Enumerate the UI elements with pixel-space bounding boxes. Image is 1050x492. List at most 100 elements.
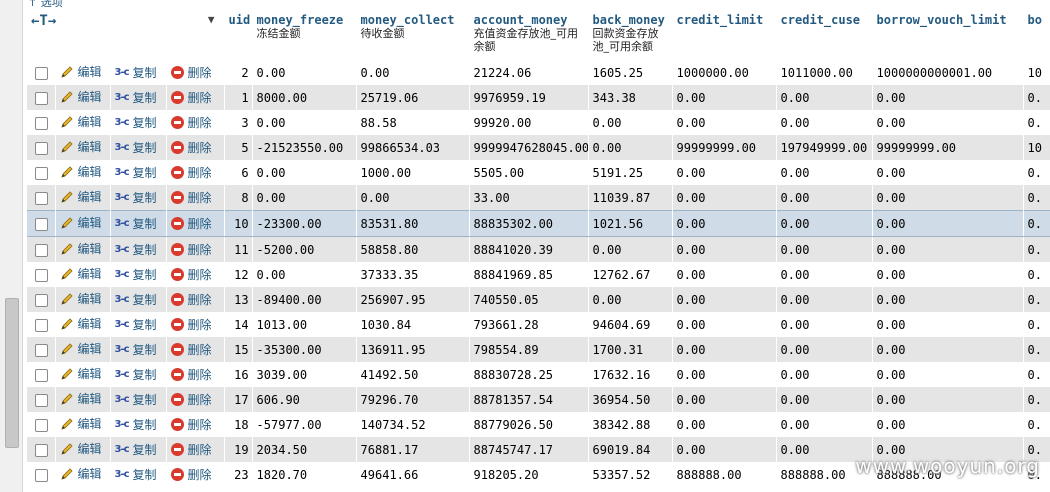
row-checkbox[interactable]	[34, 191, 48, 205]
cell-borrow_vouch_limit[interactable]: 0.00	[872, 362, 1024, 387]
cell-bo[interactable]: 0.	[1023, 387, 1050, 412]
cell-back_money[interactable]: 1021.56	[588, 210, 673, 237]
edit-label[interactable]: 编辑	[78, 440, 102, 457]
cell-credit_cuse[interactable]: 0.00	[776, 412, 873, 437]
cell-back_money[interactable]: 94604.69	[588, 312, 673, 337]
table-row[interactable]: 编辑 3-c 复制 删除 11 -5200.00 58858.80 88841020.39 0.…	[27, 236, 1050, 262]
edit-label[interactable]: 编辑	[78, 290, 102, 307]
cell-money_collect[interactable]: 88.58	[356, 110, 470, 135]
column-name[interactable]: credit_cuse	[781, 13, 869, 27]
cell-credit_cuse[interactable]: 197949999.00	[776, 135, 873, 160]
delete-link[interactable]: 删除	[170, 164, 212, 181]
cell-bo[interactable]: 10	[1023, 60, 1050, 85]
delete-link[interactable]: 删除	[170, 89, 212, 106]
copy-link[interactable]: 3-c 复制	[115, 391, 157, 408]
cell-account_money[interactable]: 918205.20	[469, 462, 589, 487]
column-header-bo[interactable]: bo	[1023, 10, 1050, 60]
cell-money_freeze[interactable]: 2034.50	[252, 437, 357, 462]
edit-label[interactable]: 编辑	[78, 240, 102, 257]
edit-label[interactable]: 编辑	[78, 113, 102, 130]
cell-money_collect[interactable]: 0.00	[356, 185, 470, 211]
cell-back_money[interactable]: 11039.87	[588, 185, 673, 211]
delete-link[interactable]: 删除	[170, 139, 212, 156]
cell-credit_limit[interactable]: 888888.00	[672, 462, 777, 487]
table-row[interactable]: 编辑 3-c 复制 删除 18 -57977.00 140734.52 88779026.50…	[27, 412, 1050, 437]
table-row[interactable]: 编辑 3-c 复制 删除 8 0.00 0.00 33.00 11039.87 0.00 0.00 0…	[27, 185, 1050, 211]
table-row[interactable]: 编辑 3-c 复制 删除 12 0.00 37333.35 88841969.85 12762.…	[27, 262, 1050, 287]
delete-label[interactable]: 删除	[188, 139, 212, 156]
cell-uid[interactable]: 2	[224, 60, 253, 85]
row-checkbox[interactable]	[34, 293, 48, 307]
edit-link[interactable]: 编辑	[60, 365, 102, 382]
copy-link[interactable]: 3-c 复制	[115, 64, 157, 81]
cell-money_freeze[interactable]: 0.00	[252, 160, 357, 185]
cell-bo[interactable]: 0.	[1023, 110, 1050, 135]
cell-back_money[interactable]: 5191.25	[588, 160, 673, 185]
cell-bo[interactable]: 0.	[1023, 185, 1050, 211]
delete-link[interactable]: 删除	[170, 391, 212, 408]
cell-money_collect[interactable]: 49641.66	[356, 462, 470, 487]
edit-label[interactable]: 编辑	[78, 365, 102, 382]
cell-credit_limit[interactable]: 99999999.00	[672, 135, 777, 160]
cell-back_money[interactable]: 53357.52	[588, 462, 673, 487]
edit-label[interactable]: 编辑	[78, 340, 102, 357]
copy-label[interactable]: 复制	[133, 441, 157, 458]
cell-money_collect[interactable]: 0.00	[356, 60, 470, 85]
edit-link[interactable]: 编辑	[60, 265, 102, 282]
cell-money_freeze[interactable]: 8000.00	[252, 85, 357, 110]
cell-uid[interactable]: 15	[224, 337, 253, 362]
cell-borrow_vouch_limit[interactable]: 0.00	[872, 210, 1024, 237]
cell-uid[interactable]: 16	[224, 362, 253, 387]
delete-label[interactable]: 删除	[188, 189, 212, 206]
cell-money_freeze[interactable]: -57977.00	[252, 412, 357, 437]
table-row[interactable]: 编辑 3-c 复制 删除 13 -89400.00 256907.95 740550.05 0.…	[27, 287, 1050, 312]
table-row[interactable]: 编辑 3-c 复制 删除 5 -21523550.00 99866534.03 9999947…	[27, 135, 1050, 160]
delete-label[interactable]: 删除	[188, 215, 212, 232]
table-row[interactable]: 编辑 3-c 复制 删除 2 0.00 0.00 21224.06 1605.25 1000000…	[27, 60, 1050, 85]
cell-uid[interactable]: 14	[224, 312, 253, 337]
row-checkbox[interactable]	[34, 268, 48, 282]
edit-label[interactable]: 编辑	[78, 415, 102, 432]
cell-back_money[interactable]: 343.38	[588, 85, 673, 110]
cell-credit_cuse[interactable]: 0.00	[776, 337, 873, 362]
cell-money_collect[interactable]: 25719.06	[356, 85, 470, 110]
row-checkbox[interactable]	[34, 318, 48, 332]
copy-label[interactable]: 复制	[133, 466, 157, 483]
cell-credit_limit[interactable]: 0.00	[672, 412, 777, 437]
row-checkbox[interactable]	[34, 343, 48, 357]
copy-label[interactable]: 复制	[133, 64, 157, 81]
copy-label[interactable]: 复制	[133, 164, 157, 181]
edit-label[interactable]: 编辑	[78, 315, 102, 332]
cell-uid[interactable]: 13	[224, 287, 253, 312]
copy-link[interactable]: 3-c 复制	[115, 441, 157, 458]
cell-borrow_vouch_limit[interactable]: 0.00	[872, 312, 1024, 337]
cell-uid[interactable]: 18	[224, 412, 253, 437]
delete-link[interactable]: 删除	[170, 466, 212, 483]
cell-money_freeze[interactable]: 1820.70	[252, 462, 357, 487]
cell-borrow_vouch_limit[interactable]: 0.00	[872, 412, 1024, 437]
cell-credit_cuse[interactable]: 0.00	[776, 160, 873, 185]
delete-label[interactable]: 删除	[188, 64, 212, 81]
column-nav-arrows[interactable]: ←T→	[31, 13, 56, 29]
cell-money_collect[interactable]: 99866534.03	[356, 135, 470, 160]
edit-link[interactable]: 编辑	[60, 138, 102, 155]
edit-label[interactable]: 编辑	[78, 265, 102, 282]
copy-link[interactable]: 3-c 复制	[115, 316, 157, 333]
column-header-uid[interactable]: uid	[224, 10, 253, 60]
column-header-borrow_vouch_limit[interactable]: borrow_vouch_limit	[872, 10, 1024, 60]
cell-bo[interactable]: 10	[1023, 135, 1050, 160]
edit-link[interactable]: 编辑	[60, 88, 102, 105]
copy-link[interactable]: 3-c 复制	[115, 189, 157, 206]
column-header-back_money[interactable]: back_money 回款资金存放池_可用余额	[588, 10, 673, 60]
cell-uid[interactable]: 23	[224, 462, 253, 487]
cell-borrow_vouch_limit[interactable]: 99999999.00	[872, 135, 1024, 160]
cell-back_money[interactable]: 0.00	[588, 287, 673, 312]
cell-money_collect[interactable]: 58858.80	[356, 236, 470, 262]
delete-link[interactable]: 删除	[170, 189, 212, 206]
copy-label[interactable]: 复制	[133, 114, 157, 131]
delete-link[interactable]: 删除	[170, 241, 212, 258]
copy-link[interactable]: 3-c 复制	[115, 466, 157, 483]
cell-borrow_vouch_limit[interactable]: 0.00	[872, 236, 1024, 262]
row-checkbox[interactable]	[34, 443, 48, 457]
cell-credit_limit[interactable]: 0.00	[672, 287, 777, 312]
